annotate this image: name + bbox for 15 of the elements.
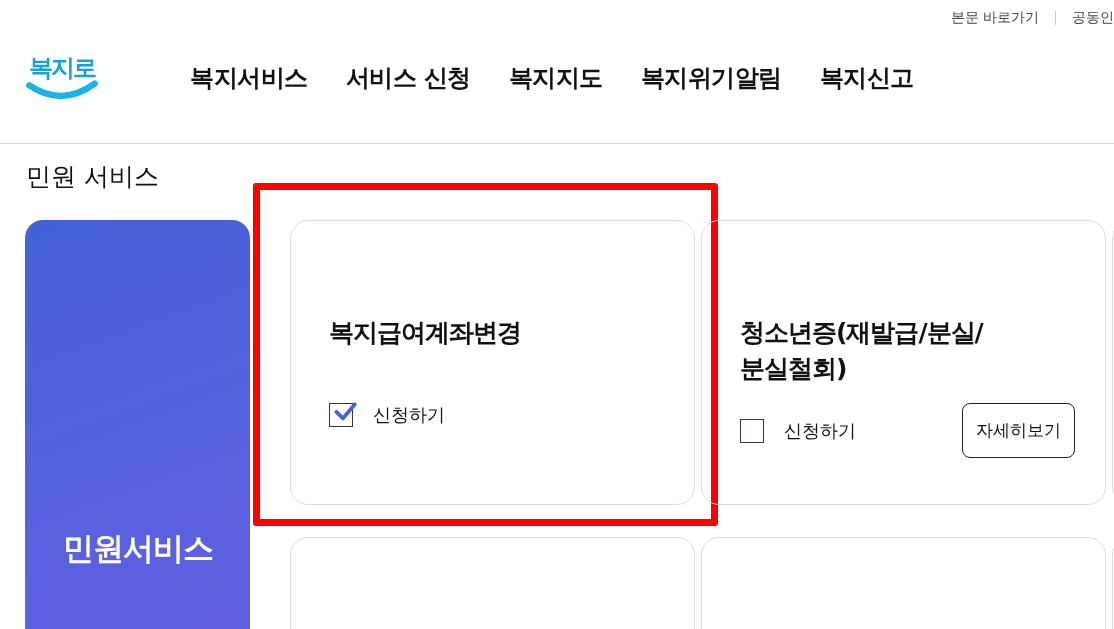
utility-link[interactable]: 공동인: [1072, 9, 1114, 27]
nav-item[interactable]: 복지서비스: [190, 61, 308, 94]
checkbox[interactable]: [740, 418, 764, 443]
utility-link[interactable]: 본문 바로가기: [950, 9, 1039, 27]
nav-item[interactable]: 서비스 신청: [345, 61, 471, 94]
checkbox-label[interactable]: 신청하기: [784, 418, 856, 443]
checkbox-label[interactable]: 신청하기: [373, 403, 445, 427]
nav-item[interactable]: 복지위기알림: [640, 61, 782, 94]
section-title: 민원 서비스: [25, 161, 160, 193]
card-title: 복지급여계좌변경: [329, 317, 522, 349]
details-button[interactable]: 자세히보기: [962, 403, 1075, 458]
card-title: 청소년증(재발급/분실/분실철회): [740, 317, 985, 385]
category-panel[interactable]: 민원서비스: [25, 220, 250, 629]
nav-item[interactable]: 복지지도: [508, 61, 603, 94]
nav-item[interactable]: 복지신고: [819, 61, 914, 94]
